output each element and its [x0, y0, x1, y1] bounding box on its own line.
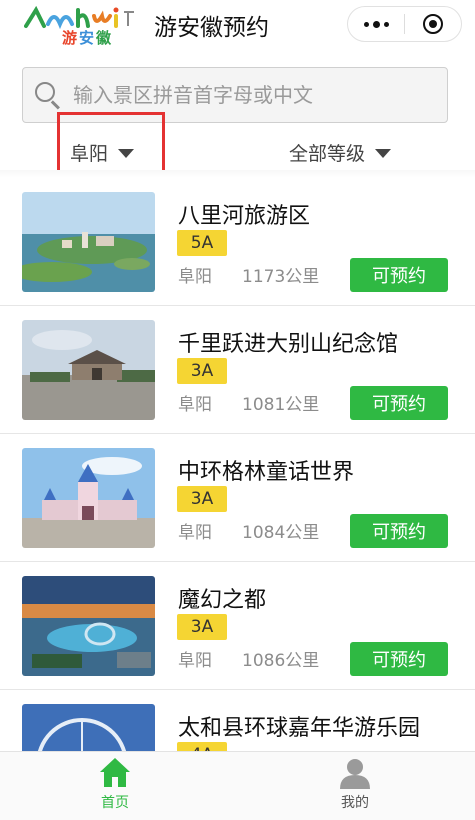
home-icon — [98, 756, 132, 790]
level-filter-dropdown[interactable]: 全部等级 — [289, 134, 392, 170]
tab-home[interactable]: 首页 — [55, 752, 175, 820]
target-icon — [423, 14, 443, 34]
scenic-spot-item[interactable]: 八里河旅游区 5A 阜阳 1173公里 可预约 — [0, 178, 475, 306]
caret-down-icon — [375, 148, 392, 158]
app-header: 游 安 徽 游安徽预约 — [0, 0, 475, 50]
scenic-spot-item[interactable]: 魔幻之都 3A 阜阳 1086公里 可预约 — [0, 562, 475, 690]
level-filter-label: 全部等级 — [289, 142, 366, 165]
svg-text:徽: 徽 — [95, 29, 112, 46]
region-filter-dropdown[interactable]: 阜阳 — [70, 134, 135, 170]
scenic-spot-photo — [22, 448, 155, 548]
scenic-spot-name: 中环格林童话世界 — [178, 460, 355, 485]
scenic-spot-item[interactable]: 中环格林童话世界 3A 阜阳 1084公里 可预约 — [0, 434, 475, 562]
search-icon — [23, 67, 73, 123]
book-button[interactable]: 可预约 — [350, 258, 448, 292]
level-badge: 3A — [177, 614, 227, 640]
more-menu-button[interactable] — [348, 7, 404, 41]
dot-icon — [372, 20, 380, 28]
section-divider — [0, 170, 475, 178]
scenic-spot-name: 千里跃进大别山纪念馆 — [178, 332, 399, 357]
tab-mine-label: 我的 — [341, 795, 369, 811]
page-title: 游安徽预约 — [154, 15, 269, 41]
dot-icon — [383, 21, 389, 27]
anhui-logo: 游 安 徽 — [24, 4, 136, 47]
search-input[interactable] — [73, 83, 433, 107]
scenic-spot-name: 太和县环球嘉年华游乐园 — [178, 716, 421, 741]
user-icon — [338, 756, 372, 790]
bottom-tab-bar: 首页 我的 — [0, 751, 475, 820]
scenic-spot-distance: 1084公里 — [242, 523, 320, 543]
search-bar — [22, 67, 448, 123]
scenic-spot-city: 阜阳 — [178, 267, 212, 287]
level-badge: 3A — [177, 486, 227, 512]
caret-down-icon — [118, 148, 135, 158]
miniprogram-capsule — [347, 6, 462, 42]
svg-text:安: 安 — [79, 29, 94, 46]
book-button[interactable]: 可预约 — [350, 386, 448, 420]
scenic-spot-distance: 1081公里 — [242, 395, 320, 415]
scenic-spot-photo — [22, 576, 155, 676]
tab-home-label: 首页 — [101, 795, 129, 811]
book-button[interactable]: 可预约 — [350, 514, 448, 548]
region-filter-label: 阜阳 — [70, 142, 109, 165]
scenic-spot-city: 阜阳 — [178, 651, 212, 671]
dot-icon — [363, 21, 369, 27]
tab-mine[interactable]: 我的 — [295, 752, 415, 820]
scenic-spot-item[interactable]: 千里跃进大别山纪念馆 3A 阜阳 1081公里 可预约 — [0, 306, 475, 434]
scenic-spot-name: 八里河旅游区 — [178, 204, 311, 229]
close-miniprogram-button[interactable] — [405, 7, 461, 41]
scenic-spot-distance: 1086公里 — [242, 651, 320, 671]
scenic-spot-list: 八里河旅游区 5A 阜阳 1173公里 可预约 千里跃进大别山纪念馆 3A 阜阳… — [0, 178, 475, 818]
book-button[interactable]: 可预约 — [350, 642, 448, 676]
scenic-spot-photo — [22, 320, 155, 420]
scenic-spot-photo — [22, 192, 155, 292]
svg-text:游: 游 — [62, 29, 77, 46]
scenic-spot-city: 阜阳 — [178, 395, 212, 415]
scenic-spot-city: 阜阳 — [178, 523, 212, 543]
scenic-spot-distance: 1173公里 — [242, 267, 320, 287]
level-badge: 3A — [177, 358, 227, 384]
scenic-spot-name: 魔幻之都 — [178, 588, 267, 613]
level-badge: 5A — [177, 230, 227, 256]
